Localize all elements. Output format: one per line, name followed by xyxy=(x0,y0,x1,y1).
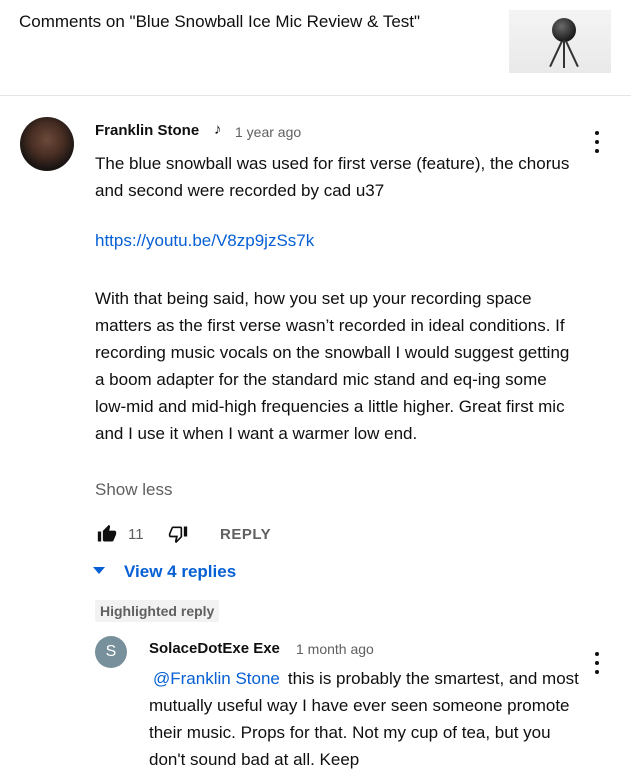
thumb-up-icon[interactable] xyxy=(96,524,118,544)
view-replies-button[interactable]: View 4 replies xyxy=(93,562,236,582)
reply-avatar[interactable]: S xyxy=(95,636,127,668)
thumb-down-icon[interactable] xyxy=(167,524,189,544)
page-title: Comments on "Blue Snowball Ice Mic Revie… xyxy=(19,12,421,31)
reply-button[interactable]: REPLY xyxy=(220,526,271,543)
like-count: 11 xyxy=(128,526,144,543)
comment-author[interactable]: Franklin Stone xyxy=(95,122,199,139)
video-thumbnail[interactable] xyxy=(509,10,611,73)
comment-link[interactable]: https://youtu.be/V8zp9jzSs7k xyxy=(95,231,314,251)
comment-timestamp[interactable]: 1 year ago xyxy=(235,124,301,140)
avatar[interactable] xyxy=(20,117,74,171)
reply-timestamp[interactable]: 1 month ago xyxy=(296,641,374,657)
more-vert-icon[interactable] xyxy=(590,652,604,678)
reply-author[interactable]: SolaceDotExe Exe xyxy=(149,640,280,657)
triangle-down-icon xyxy=(93,567,105,574)
highlighted-reply-badge: Highlighted reply xyxy=(95,600,220,622)
more-vert-icon[interactable] xyxy=(590,131,604,157)
reply-text: @Franklin Stone this is probably the smar… xyxy=(149,665,579,773)
comments-header: Comments on "Blue Snowball Ice Mic Revie… xyxy=(0,0,631,96)
music-note-icon: ♪ xyxy=(214,121,222,138)
show-less-button[interactable]: Show less xyxy=(95,480,172,500)
mention-link[interactable]: @Franklin Stone xyxy=(153,669,280,688)
comment-text-paragraph: The blue snowball was used for first ver… xyxy=(95,154,570,200)
comment-text-paragraph: With that being said, how you set up you… xyxy=(95,289,570,443)
view-replies-label: View 4 replies xyxy=(124,562,237,581)
